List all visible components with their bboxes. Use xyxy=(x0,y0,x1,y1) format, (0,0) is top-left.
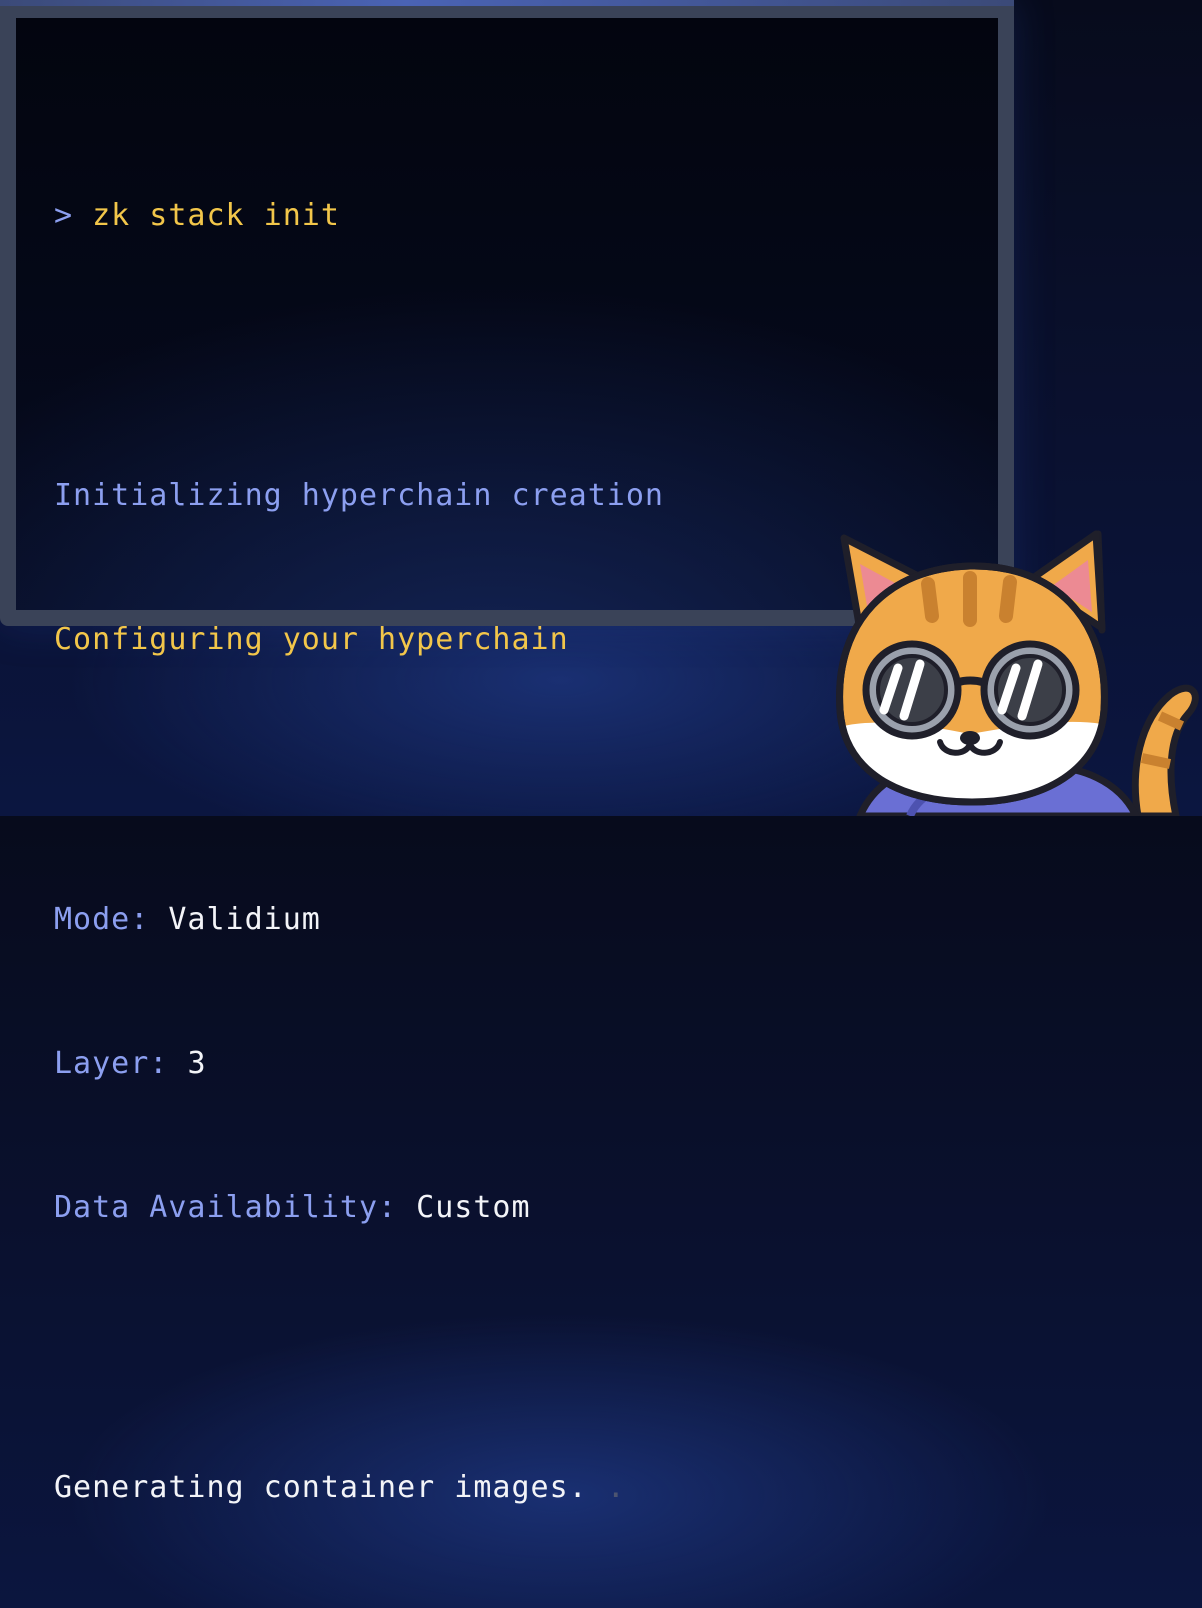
config-layer-value: 3 xyxy=(187,1046,207,1081)
config-da-label: Data Availability: xyxy=(54,1190,398,1225)
config-da-row: Data Availability: Custom xyxy=(54,1184,978,1232)
terminal-output: > zk stack init Initializing hyperchain … xyxy=(54,96,978,1608)
config-layer-row: Layer: 3 xyxy=(54,1040,978,1088)
config-mode-value: Validium xyxy=(168,902,321,937)
command-text: zk stack init xyxy=(92,198,340,233)
progress-dots: . xyxy=(587,1470,626,1505)
status-initializing: Initializing hyperchain creation xyxy=(54,478,664,513)
cat-with-sunglasses-icon xyxy=(836,530,1199,816)
config-layer-label: Layer: xyxy=(54,1046,169,1081)
config-da-value: Custom xyxy=(416,1190,531,1225)
config-mode-label: Mode: xyxy=(54,902,150,937)
config-mode-row: Mode: Validium xyxy=(54,896,978,944)
command-prompt: > xyxy=(54,198,74,233)
progress-line: Generating container images. . xyxy=(54,1464,978,1512)
command-line: > zk stack init xyxy=(54,192,978,240)
progress-text: Generating container images. xyxy=(54,1470,588,1505)
